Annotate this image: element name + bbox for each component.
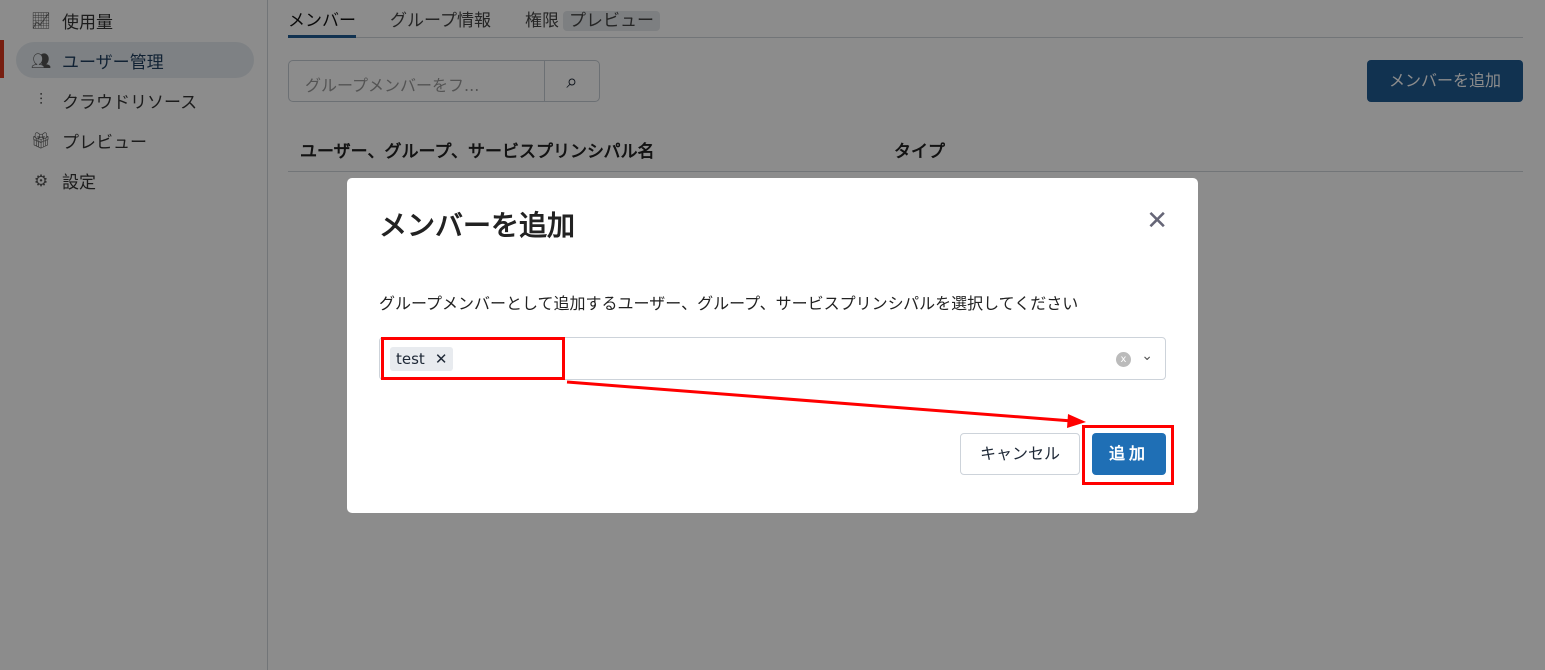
dialog-description: グループメンバーとして追加するユーザー、グループ、サービスプリンシパルを選択して…	[379, 294, 1079, 313]
remove-chip-icon[interactable]: ✕	[435, 347, 448, 371]
selected-chip: test ✕	[390, 347, 454, 371]
close-icon[interactable]: ✕	[1146, 206, 1168, 236]
dialog-title: メンバーを追加	[379, 209, 576, 242]
chip-label: test	[396, 350, 425, 368]
cancel-button[interactable]: キャンセル	[960, 433, 1080, 475]
chevron-down-icon[interactable]: ⌄	[1141, 348, 1153, 364]
member-select[interactable]: test ✕ x ⌄	[379, 337, 1166, 380]
clear-icon[interactable]: x	[1116, 352, 1131, 367]
add-button[interactable]: 追加	[1092, 433, 1166, 475]
add-member-dialog: メンバーを追加 ✕ グループメンバーとして追加するユーザー、グループ、サービスプ…	[347, 178, 1198, 513]
